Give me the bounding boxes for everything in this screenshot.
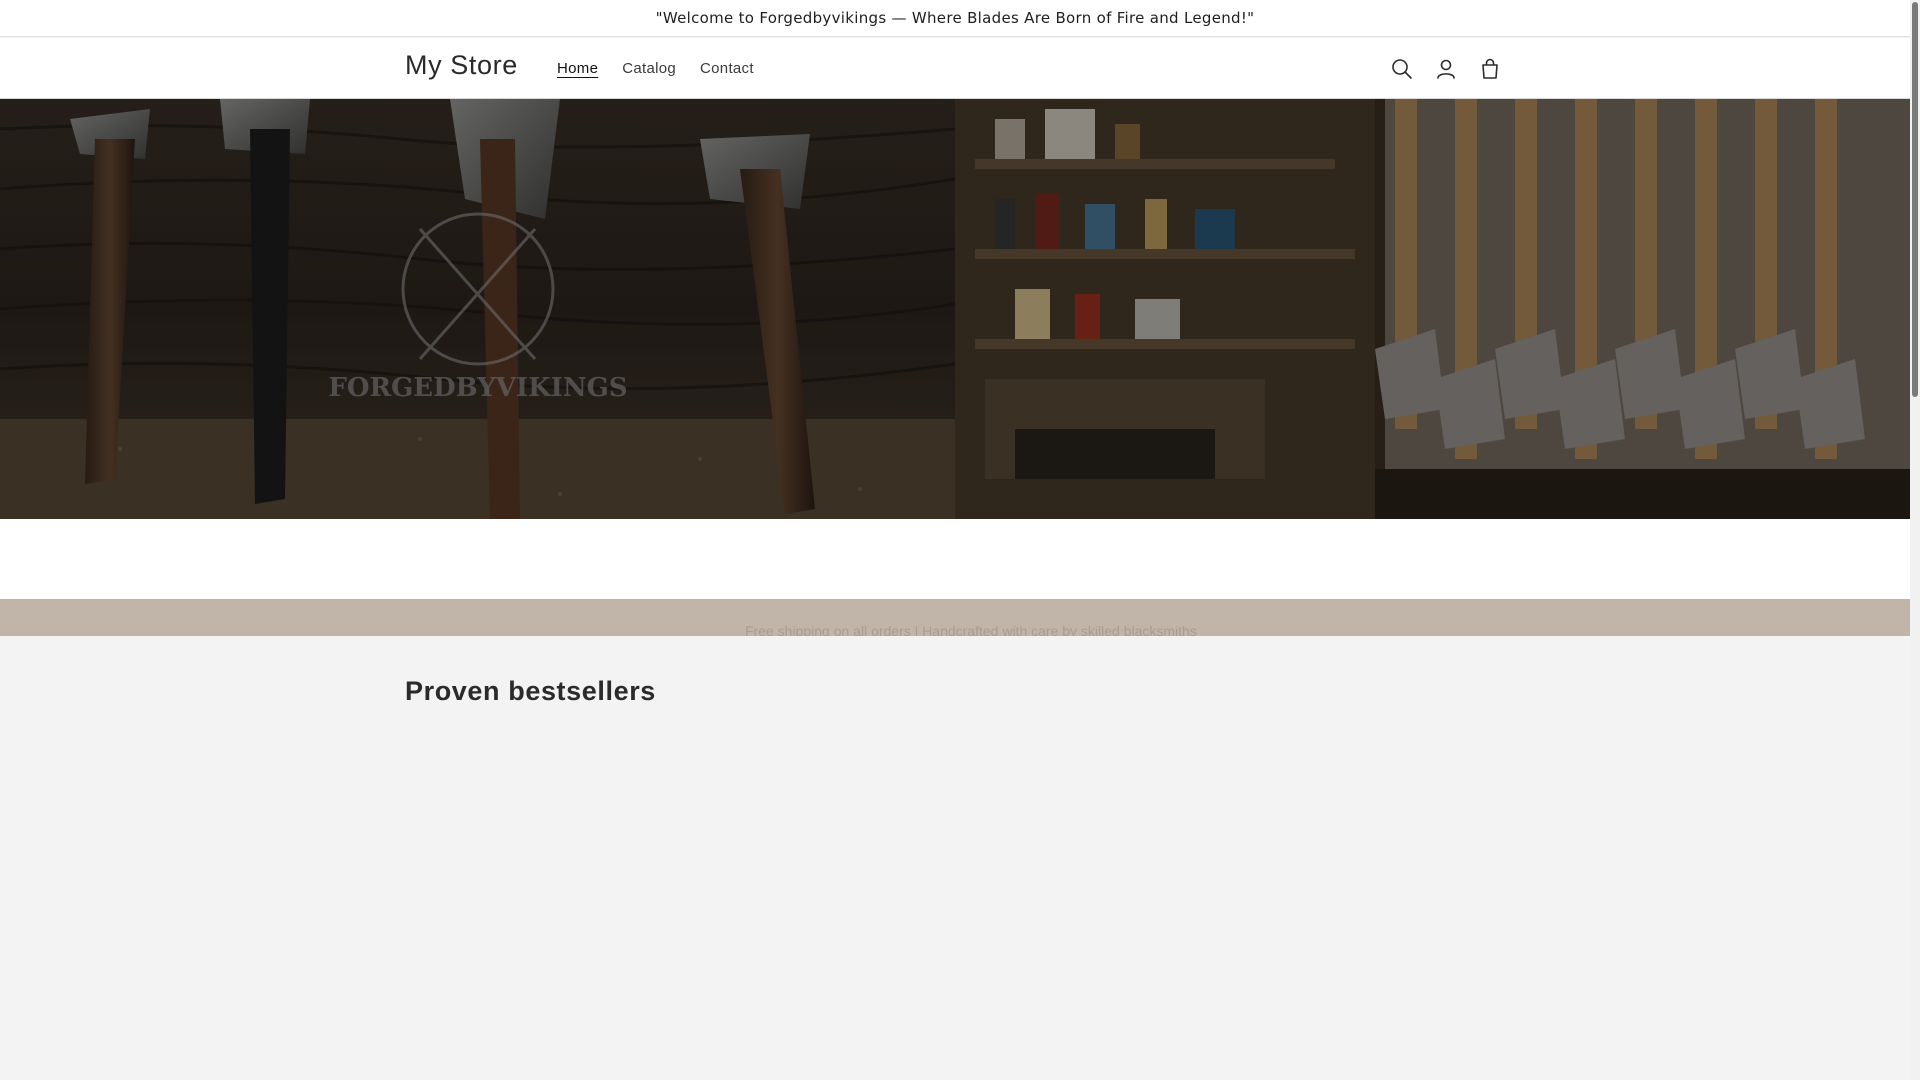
cart-icon [1482, 58, 1498, 79]
promo-band-text: Free shipping on all orders | Handcrafte… [745, 623, 1197, 636]
hero-image-axes-on-log: FORGEDBYVIKINGS [0, 99, 955, 519]
bestsellers-title: Proven bestsellers [405, 676, 656, 706]
hero-overlay-left [0, 99, 955, 519]
white-spacer [0, 519, 1910, 599]
hero-banner: FORGEDBYVIKINGS [0, 99, 1910, 519]
search-icon [1392, 58, 1412, 79]
page-scrollbar-thumb[interactable] [1912, 2, 1918, 397]
account-button[interactable] [1424, 47, 1468, 91]
cart-button[interactable] [1468, 47, 1512, 91]
header-icons [1380, 38, 1512, 99]
account-icon [1437, 59, 1455, 79]
site-header: My Store Home Catalog Contact [0, 38, 1910, 99]
announcement-bar: "Welcome to Forgedbyvikings — Where Blad… [0, 0, 1910, 37]
store-logo[interactable]: My Store [405, 50, 518, 81]
nav-link-catalog[interactable]: Catalog [622, 60, 676, 77]
nav-link-home[interactable]: Home [557, 60, 598, 77]
announcement-text: "Welcome to Forgedbyvikings — Where Blad… [655, 9, 1255, 27]
hero-image-workshop [955, 99, 1910, 519]
promo-band: Free shipping on all orders | Handcrafte… [0, 599, 1910, 636]
nav-link-contact[interactable]: Contact [700, 60, 754, 77]
main-nav: Home Catalog Contact [545, 38, 766, 99]
search-button[interactable] [1380, 47, 1424, 91]
hero-overlay-right [955, 99, 1910, 519]
